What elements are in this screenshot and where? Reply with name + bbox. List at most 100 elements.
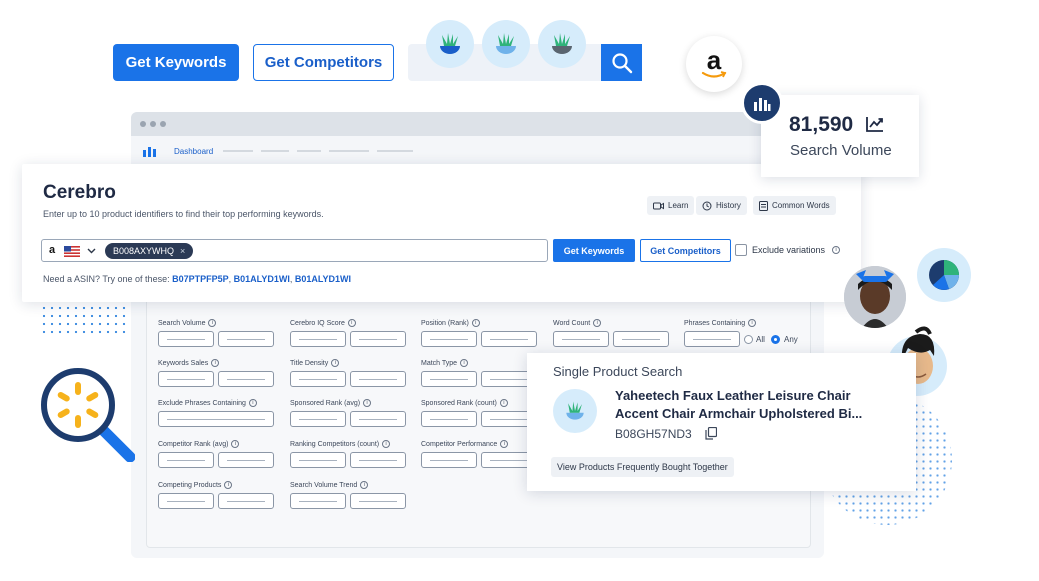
filter-min-input[interactable] [290,371,346,387]
filter-max-input[interactable] [218,331,274,347]
search-button[interactable] [601,44,642,81]
filter-label: Cerebro IQ Score i [290,319,356,327]
info-icon[interactable]: i [471,319,480,327]
info-icon[interactable]: i [832,246,840,254]
filter-max-input[interactable] [218,452,274,468]
info-icon[interactable]: i [224,481,233,489]
info-icon[interactable]: i [500,440,509,448]
chevron-down-icon[interactable] [87,248,96,254]
info-icon[interactable]: i [347,319,356,327]
info-icon[interactable]: i [231,440,240,448]
common-words-button[interactable]: Common Words [753,196,836,215]
radio-any[interactable] [771,335,780,344]
filter-label: Competitor Performance i [421,440,509,448]
product-title[interactable]: Yaheetech Faux Leather Leisure Chair [615,388,851,403]
filter-min-input[interactable] [158,371,214,387]
get-competitors-button[interactable]: Get Competitors [253,44,394,81]
info-icon[interactable]: i [382,440,391,448]
filter-max-input[interactable] [350,371,406,387]
filter-min-input[interactable] [158,452,214,468]
search-volume-label: Search Volume [790,142,892,159]
info-icon[interactable]: i [593,319,602,327]
walmart-magnifier [40,367,136,463]
info-icon[interactable]: i [248,399,257,407]
filter-label: Phrases Containing i [684,319,757,327]
bar-chart-icon [754,98,771,111]
filter-min-input[interactable] [290,411,346,427]
exclude-variations-label: Exclude variations [752,245,826,255]
info-icon[interactable]: i [331,359,340,367]
filter-label: Competitor Rank (avg) i [158,440,240,448]
filter-min-input[interactable] [158,331,214,347]
filter-max-input[interactable] [481,331,537,347]
learn-button[interactable]: Learn [647,196,695,215]
filter-max-input[interactable] [350,411,406,427]
pie-chart-badge [917,248,971,302]
info-icon[interactable]: i [211,359,220,367]
example-asin-link[interactable]: B01ALYD1WI [295,274,351,284]
avatar [844,266,906,328]
info-icon[interactable]: i [748,319,757,327]
info-icon[interactable]: i [499,399,508,407]
search-volume-value: 81,590 [789,113,854,136]
filter-max-input[interactable] [350,331,406,347]
fbt-button[interactable]: View Products Frequently Bought Together [551,457,734,477]
filter-max-input[interactable] [350,493,406,509]
filter-min-input[interactable] [421,452,477,468]
example-asin-link[interactable]: B07PTPFP5P [172,274,229,284]
search-icon [611,52,632,73]
nav-dashboard[interactable]: Dashboard [174,147,213,156]
plant-icon [553,389,597,433]
filter-min-input[interactable] [421,371,477,387]
marketplace-amazon-icon: a [49,244,56,256]
info-icon[interactable]: i [360,481,369,489]
info-icon[interactable]: i [363,399,372,407]
example-asin-link[interactable]: B01ALYD1WI [234,274,290,284]
asin-input[interactable]: a B008AXYWHQ × [41,239,548,262]
bar-chart-badge [741,82,783,124]
filter-min-input[interactable] [158,493,214,509]
filter-min-input[interactable] [421,331,477,347]
asin-hint: Need a ASIN? Try one of these: B07PTPFP5… [43,274,352,284]
history-button[interactable]: History [696,196,747,215]
copy-icon[interactable] [705,427,717,440]
exclude-variations-checkbox[interactable] [735,244,747,256]
filter-label: Ranking Competitors (count) i [290,440,391,448]
cerebro-title: Cerebro [43,182,116,203]
dots-decoration [40,304,130,334]
plant-icon [538,20,586,68]
filter-min-input[interactable] [290,493,346,509]
filter-min-input[interactable] [553,331,609,347]
logo-icon [143,147,156,157]
plant-icon [482,20,530,68]
asin-chip[interactable]: B008AXYWHQ × [105,243,194,259]
radio-all-label: All [756,335,765,344]
filter-label: Position (Rank) i [421,319,480,327]
radio-all[interactable] [744,335,753,344]
cerebro-get-keywords-button[interactable]: Get Keywords [553,239,635,262]
filter-label: Exclude Phrases Containing i [158,399,257,407]
get-keywords-button[interactable]: Get Keywords [113,44,239,81]
cerebro-get-competitors-button[interactable]: Get Competitors [640,239,731,262]
filter-label: Word Count i [553,319,602,327]
filter-max-input[interactable] [218,371,274,387]
filter-max-input[interactable] [350,452,406,468]
filter-max-input[interactable] [218,493,274,509]
filter-max-input[interactable] [613,331,669,347]
filter-label: Search Volume i [158,319,217,327]
plant-icon [426,20,474,68]
info-icon[interactable]: i [208,319,217,327]
filter-min-input[interactable] [290,452,346,468]
phrases-input[interactable] [684,331,740,347]
video-icon [653,202,664,209]
amazon-smile-icon [701,71,727,78]
product-title[interactable]: Accent Chair Armchair Upholstered Bi... [615,406,862,421]
history-icon [702,201,712,210]
filter-min-input[interactable] [421,411,477,427]
filter-label: Search Volume Trend i [290,481,369,489]
filter-min-input[interactable] [290,331,346,347]
filter-label: Title Density i [290,359,340,367]
exclude-phrases-input[interactable] [158,411,274,427]
close-icon[interactable]: × [180,246,185,256]
info-icon[interactable]: i [460,359,469,367]
